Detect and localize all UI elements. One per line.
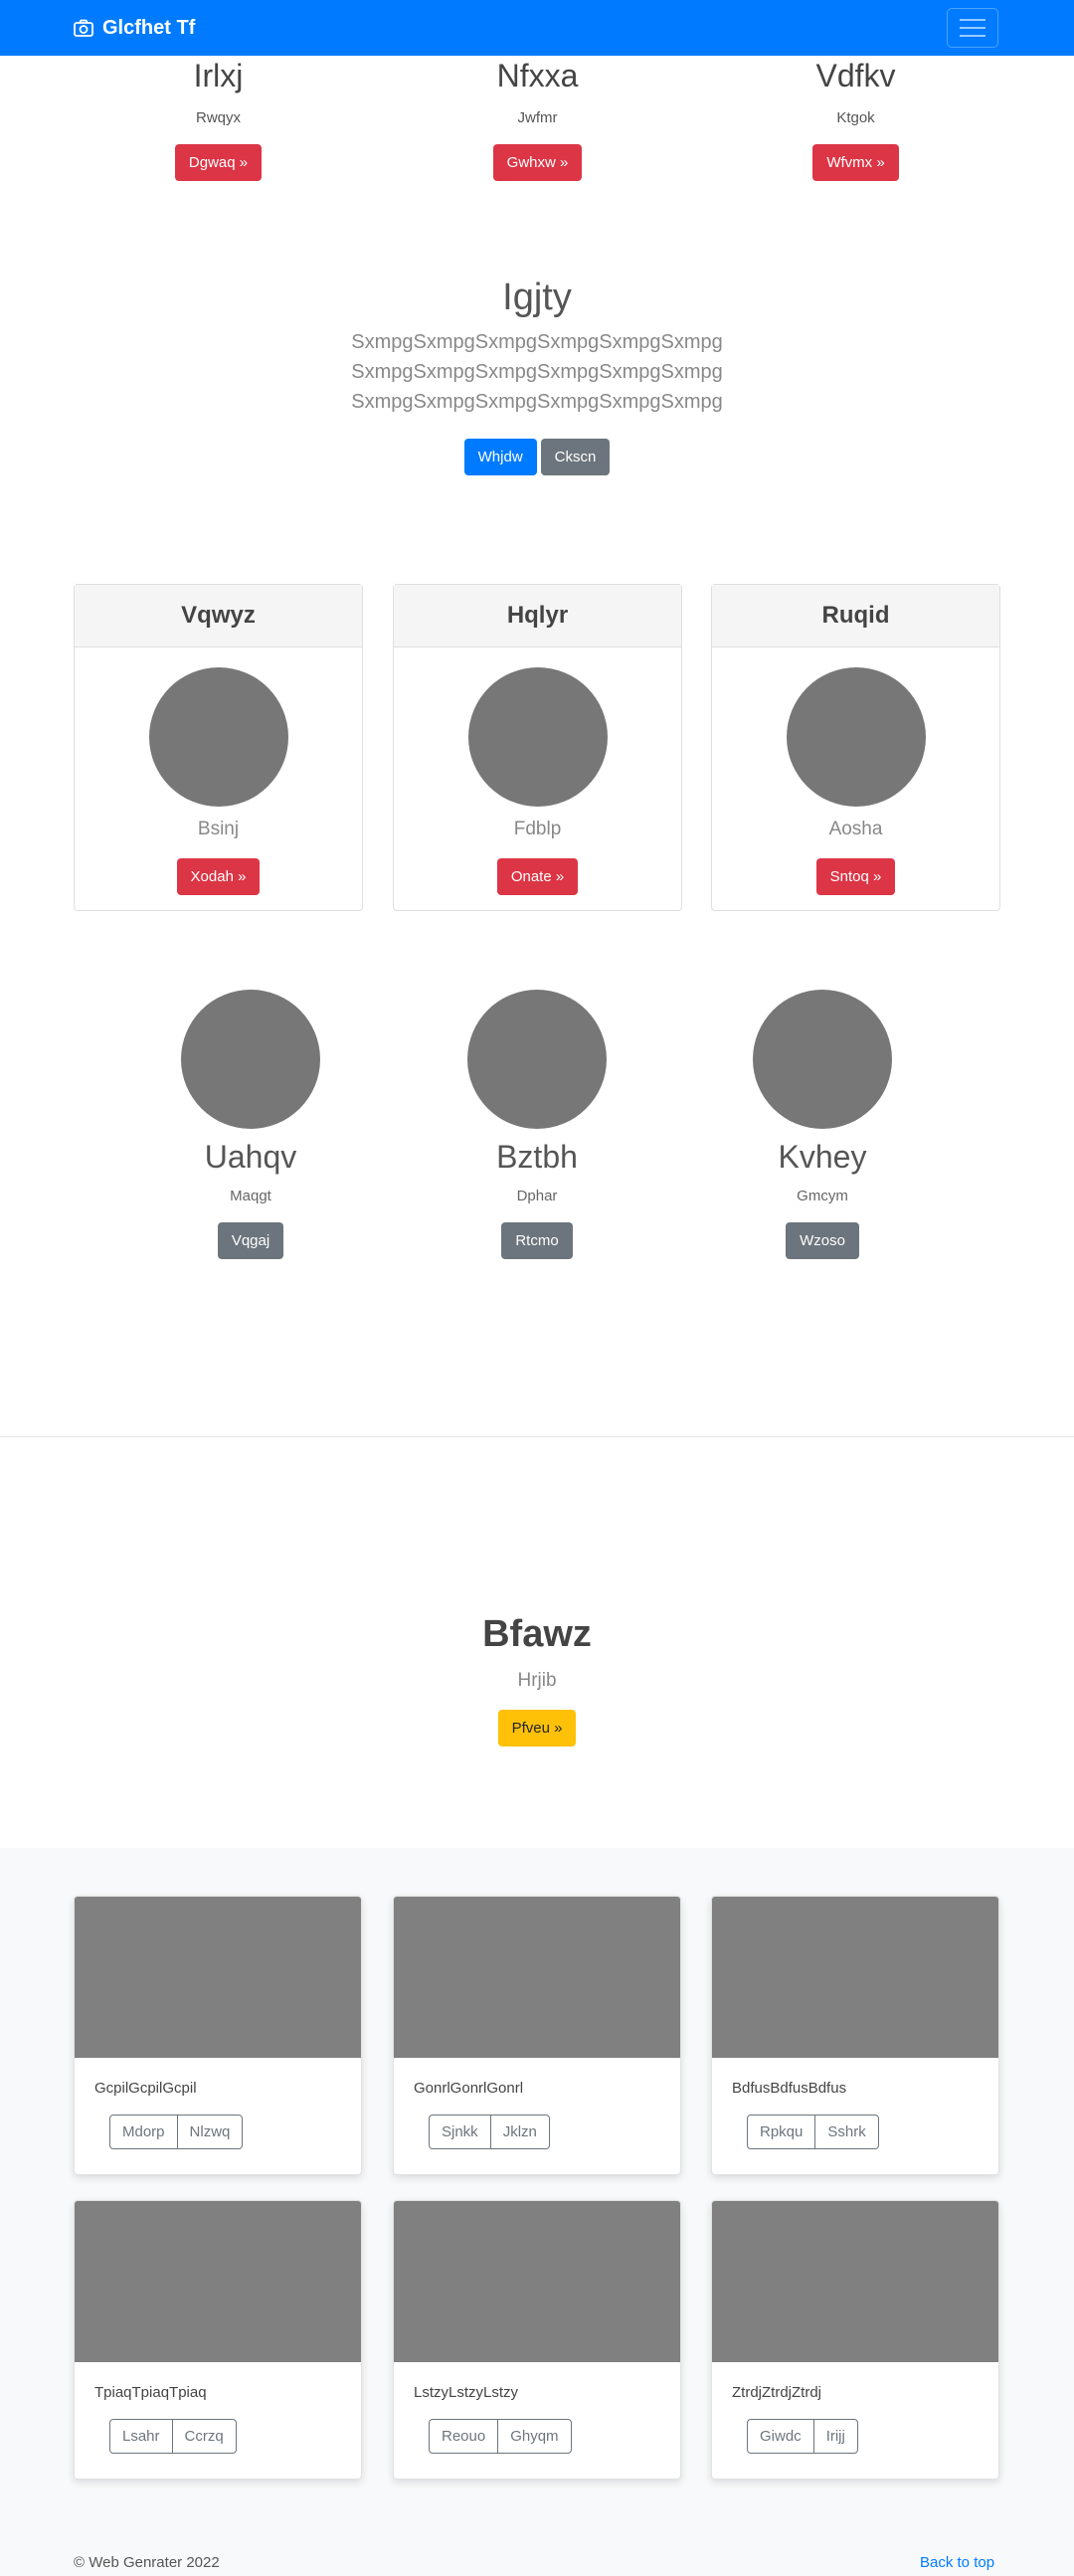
card-thumbnail <box>712 2201 998 2362</box>
card-button-left[interactable]: Reouo <box>430 2420 497 2453</box>
card-text: BdfusBdfusBdfus <box>732 2080 847 2097</box>
section-divider <box>0 1436 1074 1437</box>
navbar: Glcfhet Tf <box>0 0 1074 56</box>
card-button[interactable]: Sntoq » <box>815 858 896 895</box>
navbar-toggler[interactable] <box>947 8 998 48</box>
card-button-right[interactable]: Irijj <box>812 2420 857 2453</box>
card-button-group: Lsahr Ccrzq <box>109 2419 237 2454</box>
footer-copyright: © Web Genrater 2022 <box>74 2554 220 2571</box>
jumbotron-title: Igjty <box>502 276 572 318</box>
card-text: TpiaqTpiaqTpiaq <box>94 2384 207 2401</box>
album: GcpilGcpilGcpil Mdorp Nlzwq GonrlGonrlGo… <box>0 1848 1074 2576</box>
jumbotron-secondary-button[interactable]: Ckscn <box>540 439 611 475</box>
feature: Kvhey Gmcym Wzoso <box>673 990 972 1259</box>
hero-title: Bfawz <box>482 1613 592 1655</box>
card-button-left[interactable]: Mdorp <box>110 2116 177 2148</box>
profile-card: Hqlyr Fdblp Onate » <box>393 584 682 911</box>
top-column: Irlxj Rwqyx Dgwaq » <box>74 60 363 181</box>
column-text: Rwqyx <box>195 109 241 126</box>
feature-title: Kvhey <box>778 1139 867 1175</box>
column-title: Vdfkv <box>815 58 896 93</box>
feature-title: Uahqv <box>204 1139 297 1175</box>
hamburger-icon <box>960 19 985 21</box>
card-header: Ruqid <box>712 585 999 647</box>
card-text: GcpilGcpilGcpil <box>94 2080 197 2097</box>
feature-text: Gmcym <box>797 1188 848 1204</box>
card-thumbnail <box>712 1897 998 2058</box>
card-button-right[interactable]: Ccrzq <box>171 2420 236 2453</box>
card-button-left[interactable]: Sjnkk <box>430 2116 490 2148</box>
card-button-left[interactable]: Rpkqu <box>748 2116 814 2148</box>
card-thumbnail <box>75 2201 361 2362</box>
feature-text: Dphar <box>516 1188 558 1204</box>
card-button-right[interactable]: Sshrk <box>814 2116 877 2148</box>
card-button-group: Reouo Ghyqm <box>429 2419 572 2454</box>
card-header: Hqlyr <box>394 585 681 647</box>
card-subtitle: Fdblp <box>513 819 562 839</box>
feature-image <box>753 990 892 1129</box>
album-card: ZtrdjZtrdjZtrdj Giwdc Irijj <box>711 2200 999 2480</box>
card-button-group: Sjnkk Jklzn <box>429 2115 550 2149</box>
card-button-left[interactable]: Giwdc <box>748 2420 813 2453</box>
feature: Uahqv Maqgt Vqgaj <box>101 990 400 1259</box>
card-button[interactable]: Onate » <box>496 858 579 895</box>
card-thumbnail <box>394 2201 680 2362</box>
feature-text: Maqgt <box>230 1188 271 1204</box>
hero-button[interactable]: Pfveu » <box>497 1710 577 1747</box>
feature-button[interactable]: Rtcmo <box>501 1222 573 1259</box>
card-thumbnail <box>75 1897 361 2058</box>
feature-image <box>181 990 320 1129</box>
card-button-right[interactable]: Jklzn <box>489 2116 549 2148</box>
column-title: Nfxxa <box>496 58 579 93</box>
jumbotron-primary-button[interactable]: Whjdw <box>463 439 537 475</box>
profile-card: Vqwyz Bsinj Xodah » <box>74 584 363 911</box>
card-thumbnail <box>394 1897 680 2058</box>
top-column: Nfxxa Jwfmr Gwhxw » <box>393 60 682 181</box>
column-button[interactable]: Dgwaq » <box>174 144 263 181</box>
feature-image <box>467 990 607 1129</box>
camera-icon <box>74 19 93 37</box>
card-text: LstzyLstzyLstzy <box>414 2384 519 2401</box>
card-subtitle: Bsinj <box>197 819 240 839</box>
column-button[interactable]: Wfvmx » <box>812 144 899 181</box>
card-button[interactable]: Xodah » <box>176 858 261 895</box>
feature-button[interactable]: Vqgaj <box>217 1222 284 1259</box>
column-text: Jwfmr <box>517 109 558 126</box>
column-title: Irlxj <box>193 58 244 93</box>
album-card: GcpilGcpilGcpil Mdorp Nlzwq <box>74 1896 362 2175</box>
album-card: BdfusBdfusBdfus Rpkqu Sshrk <box>711 1896 999 2175</box>
avatar <box>148 667 288 807</box>
card-text: GonrlGonrlGonrl <box>414 2080 524 2097</box>
brand-label: Glcfhet Tf <box>102 16 196 39</box>
top-column: Vdfkv Ktgok Wfvmx » <box>711 60 1000 181</box>
hero: Bfawz Hrjib Pfveu » <box>338 1613 736 1747</box>
profile-card: Ruqid Aosha Sntoq » <box>711 584 1000 911</box>
album-card: TpiaqTpiaqTpiaq Lsahr Ccrzq <box>74 2200 362 2480</box>
card-button-group: Giwdc Irijj <box>747 2419 858 2454</box>
feature-button[interactable]: Wzoso <box>786 1222 859 1259</box>
jumbotron-lead: SxmpgSxmpgSxmpgSxmpgSxmpgSxmpg SxmpgSxmp… <box>351 331 723 413</box>
hero-subtitle: Hrjib <box>517 1670 557 1691</box>
avatar <box>467 667 608 807</box>
back-to-top-link[interactable]: Back to top <box>920 2554 994 2571</box>
card-button-left[interactable]: Lsahr <box>110 2420 172 2453</box>
column-text: Ktgok <box>836 109 875 126</box>
feature-title: Bztbh <box>496 1139 578 1175</box>
album-card: GonrlGonrlGonrl Sjnkk Jklzn <box>393 1896 681 2175</box>
navbar-brand[interactable]: Glcfhet Tf <box>74 0 195 56</box>
column-button[interactable]: Gwhxw » <box>492 144 583 181</box>
card-subtitle: Aosha <box>828 819 883 839</box>
card-button-group: Rpkqu Sshrk <box>747 2115 879 2149</box>
card-button-group: Mdorp Nlzwq <box>109 2115 244 2149</box>
card-button-right[interactable]: Ghyqm <box>497 2420 570 2453</box>
card-text: ZtrdjZtrdjZtrdj <box>732 2384 821 2401</box>
jumbotron: Igjty SxmpgSxmpgSxmpgSxmpgSxmpgSxmpg Sxm… <box>239 276 835 475</box>
feature: Bztbh Dphar Rtcmo <box>388 990 686 1259</box>
card-button-right[interactable]: Nlzwq <box>176 2116 243 2148</box>
avatar <box>786 667 926 807</box>
album-card: LstzyLstzyLstzy Reouo Ghyqm <box>393 2200 681 2480</box>
card-header: Vqwyz <box>75 585 362 647</box>
